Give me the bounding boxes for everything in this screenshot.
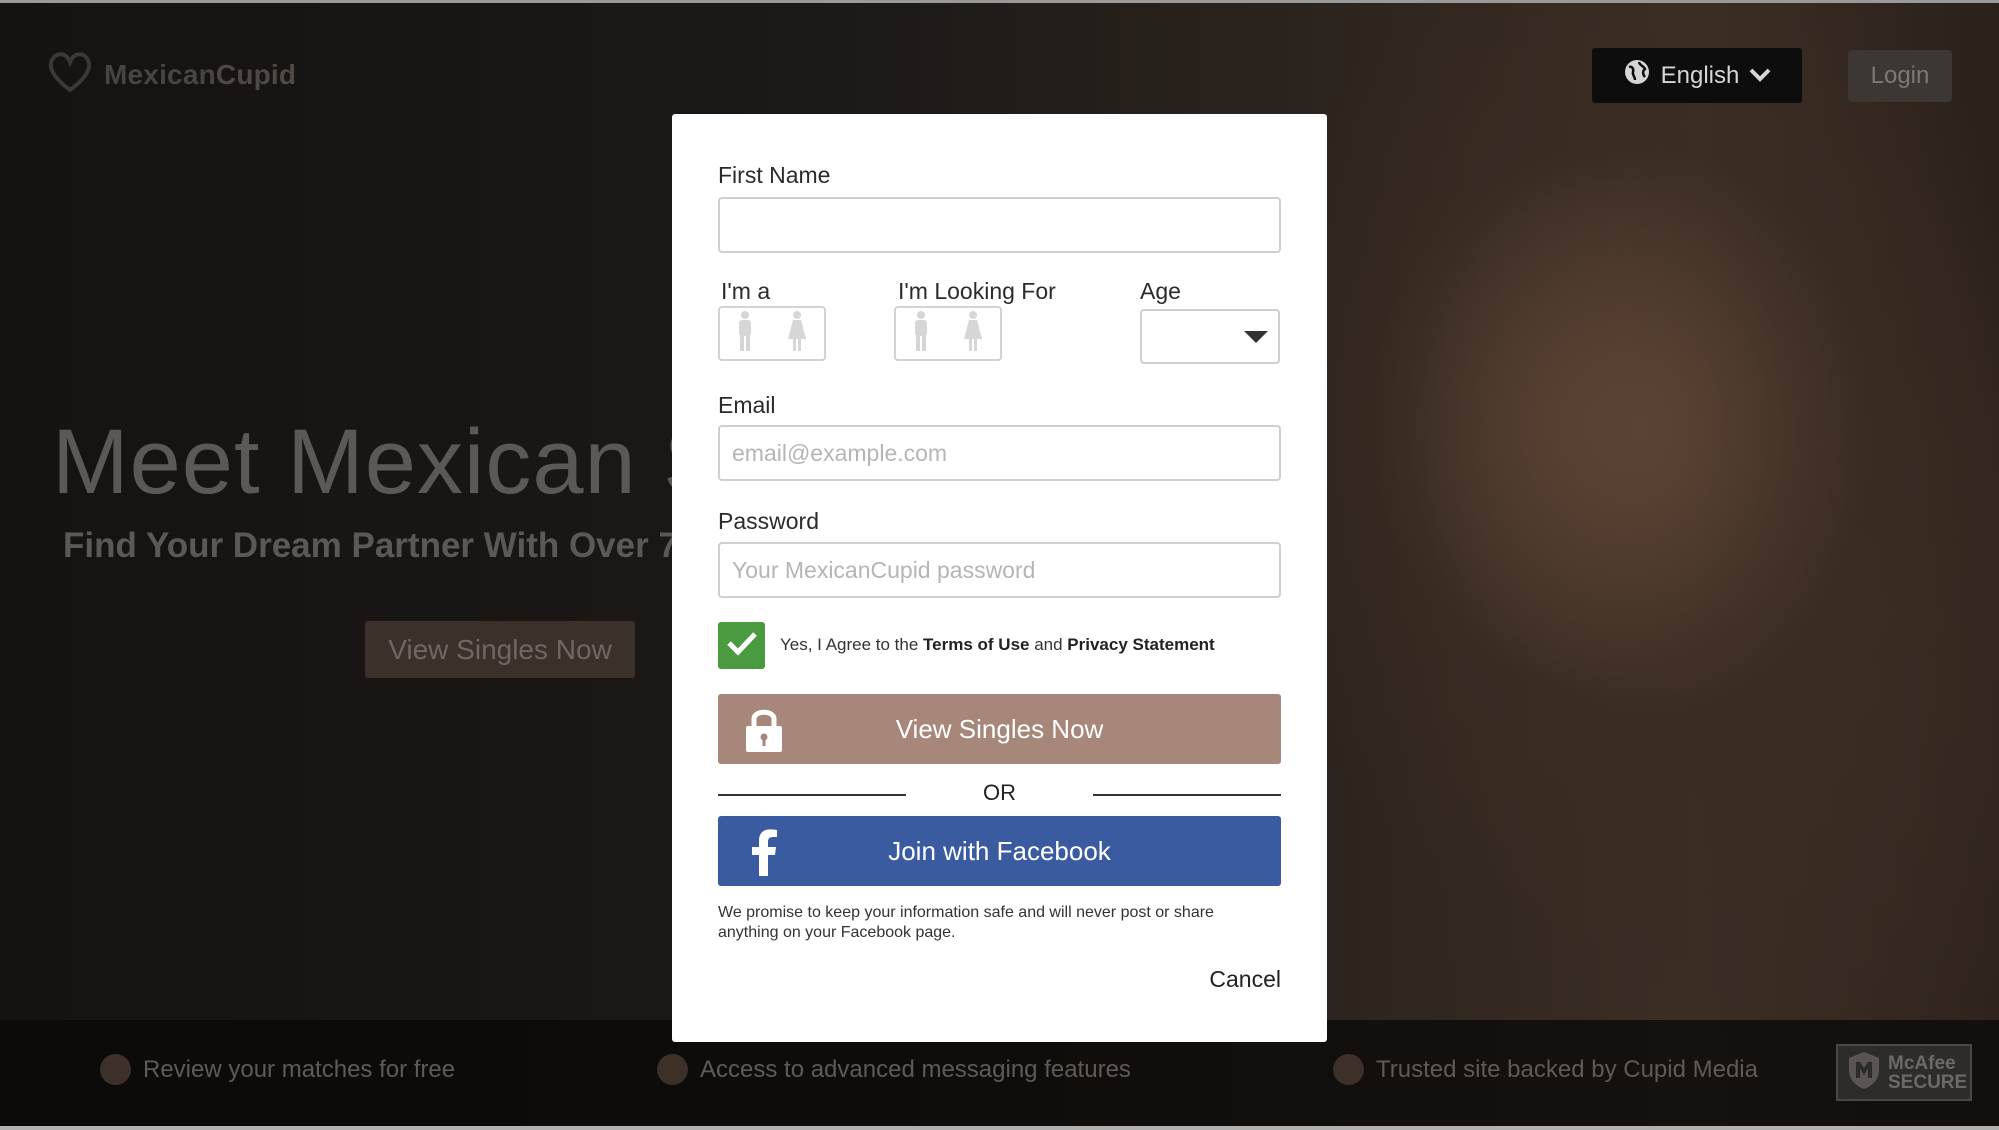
checkmark-icon <box>726 630 758 661</box>
privacy-link[interactable]: Privacy Statement <box>1067 635 1214 654</box>
signup-modal: First Name I'm a I'm Looking For Age Ema… <box>672 114 1327 1042</box>
or-divider: OR <box>718 774 1281 814</box>
female-icon[interactable] <box>786 310 808 357</box>
bullet-icon <box>100 1054 131 1085</box>
hero-subtitle: Find Your Dream Partner With Over 70 <box>63 526 698 565</box>
heart-logo-icon <box>46 48 94 101</box>
feature-item-trusted: Trusted site backed by Cupid Media <box>1333 1054 1758 1085</box>
language-selector[interactable]: English <box>1592 48 1802 103</box>
mcafee-secure-badge[interactable]: McAfee SECURE <box>1836 1044 1972 1101</box>
privacy-promise-text: We promise to keep your information safe… <box>718 904 1214 941</box>
agree-text: Yes, I Agree to the Terms of Use and Pri… <box>780 635 1215 654</box>
globe-icon <box>1623 58 1651 93</box>
logo-text: MexicanCupid <box>104 58 297 90</box>
im-a-label: I'm a <box>721 278 771 304</box>
hero-title: Meet Mexican S <box>52 411 726 513</box>
im-a-selector[interactable] <box>718 306 826 361</box>
hero-view-singles-button[interactable]: View Singles Now <box>365 621 635 678</box>
first-name-label: First Name <box>718 162 831 188</box>
terms-link[interactable]: Terms of Use <box>923 635 1029 654</box>
feature-label: Access to advanced messaging features <box>700 1055 1131 1083</box>
top-border <box>0 0 1999 3</box>
badge-line-1: McAfee <box>1888 1052 1956 1074</box>
view-singles-label: View Singles Now <box>895 713 1104 744</box>
chevron-down-icon <box>1749 62 1771 90</box>
language-label: English <box>1660 61 1740 89</box>
facebook-label: Join with Facebook <box>888 835 1111 866</box>
login-button[interactable]: Login <box>1848 50 1952 102</box>
age-select[interactable] <box>1140 309 1280 364</box>
looking-for-selector[interactable] <box>894 306 1002 361</box>
caret-down-icon <box>1244 331 1268 343</box>
female-icon[interactable] <box>962 310 984 357</box>
email-label: Email <box>718 392 776 418</box>
shield-icon <box>1846 1050 1882 1095</box>
lock-icon <box>744 706 784 761</box>
facebook-icon <box>750 828 778 883</box>
feature-label: Review your matches for free <box>143 1055 456 1083</box>
feature-item-messaging: Access to advanced messaging features <box>657 1054 1131 1085</box>
password-label: Password <box>718 508 819 534</box>
bullet-icon <box>1333 1054 1364 1085</box>
password-input[interactable]: Your MexicanCupid password <box>718 542 1281 598</box>
bottom-border <box>0 1126 1999 1130</box>
feature-label: Trusted site backed by Cupid Media <box>1376 1055 1758 1083</box>
age-label: Age <box>1140 278 1181 304</box>
logo[interactable]: MexicanCupid <box>46 48 296 101</box>
male-icon[interactable] <box>912 310 930 357</box>
first-name-input[interactable] <box>718 197 1281 253</box>
agree-checkbox[interactable] <box>718 622 765 669</box>
view-singles-button[interactable]: View Singles Now <box>718 694 1281 764</box>
or-text: OR <box>983 780 1016 805</box>
email-input[interactable]: email@example.com <box>718 425 1281 481</box>
cancel-button[interactable]: Cancel <box>1209 966 1281 993</box>
join-facebook-button[interactable]: Join with Facebook <box>718 816 1281 886</box>
male-icon[interactable] <box>736 310 754 357</box>
feature-item-matches: Review your matches for free <box>100 1054 455 1085</box>
bullet-icon <box>657 1054 688 1085</box>
looking-for-label: I'm Looking For <box>898 278 1056 304</box>
badge-line-2: SECURE <box>1888 1071 1968 1093</box>
